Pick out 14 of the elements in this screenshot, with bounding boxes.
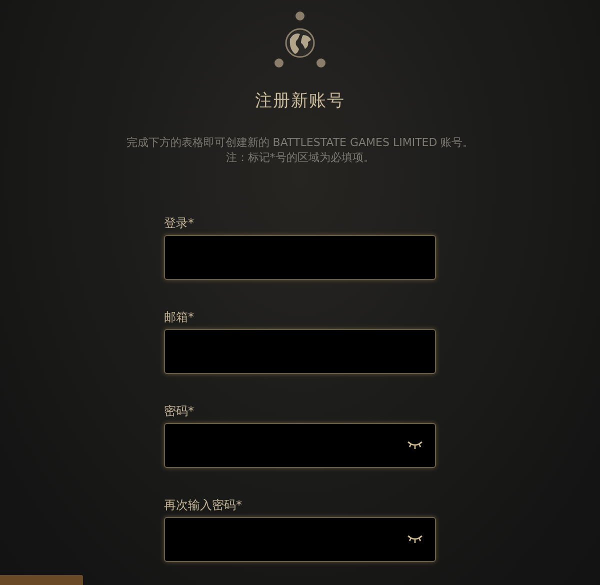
- intro-text: 完成下方的表格即可创建新的 BATTLESTATE GAMES LIMITED 账号。: [126, 135, 474, 150]
- password-field[interactable]: [164, 517, 436, 562]
- field-label: 登录*: [164, 216, 195, 230]
- field-label: 密码*: [164, 404, 195, 418]
- field-label: 邮箱*: [164, 310, 195, 324]
- page-title: 注册新账号: [255, 90, 345, 112]
- field-label: 再次输入密码*: [164, 498, 243, 512]
- globe-logo-icon: [273, 11, 327, 69]
- closed-eye-icon[interactable]: [407, 441, 423, 450]
- input-field[interactable]: [164, 329, 436, 374]
- password-field[interactable]: [164, 423, 436, 468]
- input-field[interactable]: [164, 235, 436, 280]
- closed-eye-icon[interactable]: [407, 535, 423, 544]
- intro-text: 注：标记*号的区域为必填项。: [224, 150, 376, 165]
